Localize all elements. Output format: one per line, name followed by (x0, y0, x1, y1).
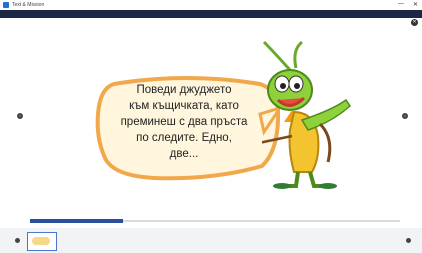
window-close-button[interactable]: ✕ (413, 1, 418, 8)
speech-line: към къщичката, като (129, 100, 239, 112)
bottom-bar (0, 228, 422, 253)
next-slide-icon[interactable] (406, 238, 411, 243)
speech-line: по следите. Едно, (136, 132, 232, 144)
speech-text: Поведи джуджето към къщичката, като прем… (104, 82, 264, 162)
grasshopper-character (262, 40, 351, 189)
close-icon[interactable]: ✕ (411, 19, 418, 26)
speech-line: две... (169, 148, 199, 160)
window-controls: — ✕ (398, 1, 418, 8)
progress-row (0, 218, 422, 224)
speech-line: Поведи джуджето (136, 84, 232, 96)
chevron-right-icon[interactable]: › (402, 113, 408, 119)
header-band (0, 10, 422, 18)
thumbnail-preview (32, 237, 50, 245)
speech-line: преминеш с два пръста (120, 116, 248, 128)
prev-slide-icon[interactable] (15, 238, 20, 243)
window-title: Text & Mission (12, 2, 45, 8)
slide-thumbnail[interactable] (27, 232, 57, 251)
chevron-left-icon[interactable]: ‹ (17, 113, 23, 119)
minimize-button[interactable]: — (398, 1, 404, 8)
app-icon (3, 2, 9, 8)
progress-fill (30, 219, 123, 223)
window-titlebar: Text & Mission — ✕ (0, 0, 422, 10)
